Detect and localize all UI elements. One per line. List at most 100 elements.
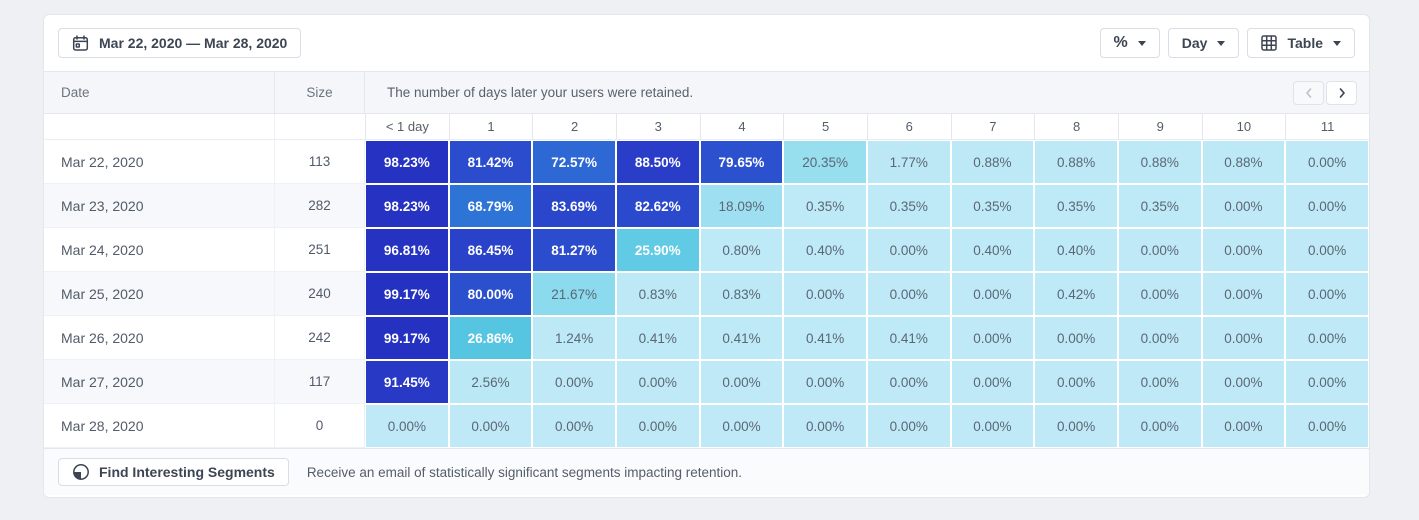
retention-cell[interactable]: 1.77% (867, 140, 951, 184)
retention-cell[interactable]: 96.81% (365, 228, 449, 272)
retention-cell[interactable]: 98.23% (365, 184, 449, 228)
retention-cell[interactable]: 0.00% (1202, 316, 1286, 360)
retention-cell[interactable]: 99.17% (365, 316, 449, 360)
retention-cell[interactable]: 81.27% (532, 228, 616, 272)
retention-cell[interactable]: 0.00% (1034, 404, 1118, 448)
view-dropdown[interactable]: Table (1247, 28, 1355, 58)
table-row: Mar 24, 202025196.81%86.45%81.27%25.90%0… (44, 228, 1369, 272)
retention-cell[interactable]: 0.88% (1034, 140, 1118, 184)
retention-cell[interactable]: 0.00% (616, 404, 700, 448)
retention-cell[interactable]: 20.35% (783, 140, 867, 184)
retention-cell[interactable]: 91.45% (365, 360, 449, 404)
retention-cell[interactable]: 0.00% (1285, 272, 1369, 316)
retention-cell[interactable]: 0.00% (867, 272, 951, 316)
retention-cell[interactable]: 82.62% (616, 184, 700, 228)
retention-cell[interactable]: 0.00% (1285, 360, 1369, 404)
retention-cell[interactable]: 21.67% (532, 272, 616, 316)
table-row: Mar 26, 202024299.17%26.86%1.24%0.41%0.4… (44, 316, 1369, 360)
retention-cell[interactable]: 0.80% (700, 228, 784, 272)
retention-cell[interactable]: 0.00% (449, 404, 533, 448)
retention-cell[interactable]: 88.50% (616, 140, 700, 184)
retention-cell[interactable]: 99.17% (365, 272, 449, 316)
retention-cell[interactable]: 0.35% (1118, 184, 1202, 228)
retention-cell[interactable]: 0.35% (951, 184, 1035, 228)
retention-cell[interactable]: 0.35% (783, 184, 867, 228)
retention-cell[interactable]: 0.00% (1034, 360, 1118, 404)
column-header: 4 (700, 114, 784, 140)
retention-cell[interactable]: 0.40% (783, 228, 867, 272)
retention-cell[interactable]: 25.90% (616, 228, 700, 272)
find-interesting-segments-button[interactable]: Find Interesting Segments (58, 458, 289, 486)
date-range-button[interactable]: Mar 22, 2020 — Mar 28, 2020 (58, 28, 301, 58)
retention-description-header: The number of days later your users were… (365, 71, 1369, 114)
retention-cell[interactable]: 0.00% (783, 404, 867, 448)
retention-cell[interactable]: 0.00% (951, 404, 1035, 448)
retention-cell[interactable]: 0.00% (1202, 228, 1286, 272)
retention-cell[interactable]: 0.00% (783, 272, 867, 316)
retention-cell[interactable]: 0.83% (700, 272, 784, 316)
metric-dropdown[interactable]: % (1100, 28, 1160, 58)
retention-cell[interactable]: 0.00% (951, 316, 1035, 360)
size-column-header: Size (275, 71, 365, 114)
retention-cell[interactable]: 0.40% (951, 228, 1035, 272)
retention-cell[interactable]: 0.88% (951, 140, 1035, 184)
retention-cell[interactable]: 98.23% (365, 140, 449, 184)
retention-cell[interactable]: 0.42% (1034, 272, 1118, 316)
retention-cell[interactable]: 26.86% (449, 316, 533, 360)
retention-cell[interactable]: 18.09% (700, 184, 784, 228)
retention-cell[interactable]: 79.65% (700, 140, 784, 184)
retention-cell[interactable]: 0.00% (951, 360, 1035, 404)
retention-cell[interactable]: 0.00% (1118, 360, 1202, 404)
retention-cell[interactable]: 0.00% (1285, 404, 1369, 448)
retention-cell[interactable]: 0.00% (1202, 360, 1286, 404)
retention-cell[interactable]: 0.41% (783, 316, 867, 360)
retention-cell[interactable]: 0.00% (532, 360, 616, 404)
retention-cell[interactable]: 0.00% (1118, 272, 1202, 316)
table-row: Mar 27, 202011791.45%2.56%0.00%0.00%0.00… (44, 360, 1369, 404)
retention-cell[interactable]: 0.00% (783, 360, 867, 404)
retention-cell[interactable]: 0.35% (1034, 184, 1118, 228)
retention-cell[interactable]: 1.24% (532, 316, 616, 360)
retention-cell[interactable]: 0.00% (1202, 404, 1286, 448)
retention-cell[interactable]: 0.35% (867, 184, 951, 228)
retention-cell[interactable]: 0.00% (365, 404, 449, 448)
retention-cell[interactable]: 0.41% (867, 316, 951, 360)
retention-cell[interactable]: 81.42% (449, 140, 533, 184)
retention-cell[interactable]: 83.69% (532, 184, 616, 228)
retention-cell[interactable]: 2.56% (449, 360, 533, 404)
retention-cell[interactable]: 0.88% (1202, 140, 1286, 184)
retention-cell[interactable]: 0.00% (1202, 272, 1286, 316)
next-columns-button[interactable] (1326, 81, 1357, 105)
retention-cell[interactable]: 0.00% (1285, 228, 1369, 272)
retention-cell[interactable]: 0.00% (1118, 228, 1202, 272)
retention-cell[interactable]: 0.00% (867, 360, 951, 404)
retention-cell[interactable]: 0.00% (532, 404, 616, 448)
view-label: Table (1287, 35, 1323, 51)
retention-cell[interactable]: 0.00% (1034, 316, 1118, 360)
retention-cell[interactable]: 0.00% (951, 272, 1035, 316)
retention-cell[interactable]: 68.79% (449, 184, 533, 228)
retention-cell[interactable]: 0.00% (700, 360, 784, 404)
prev-columns-button[interactable] (1293, 81, 1324, 105)
retention-cell[interactable]: 0.00% (1285, 316, 1369, 360)
retention-cell[interactable]: 0.00% (1118, 316, 1202, 360)
retention-cell[interactable]: 0.00% (1285, 140, 1369, 184)
granularity-dropdown[interactable]: Day (1168, 28, 1240, 58)
retention-cell[interactable]: 0.00% (700, 404, 784, 448)
retention-cell[interactable]: 0.40% (1034, 228, 1118, 272)
retention-cell[interactable]: 80.00% (449, 272, 533, 316)
retention-cell[interactable]: 86.45% (449, 228, 533, 272)
retention-cell[interactable]: 0.00% (867, 404, 951, 448)
retention-cell[interactable]: 0.41% (700, 316, 784, 360)
retention-cell[interactable]: 0.00% (1118, 404, 1202, 448)
retention-cell[interactable]: 0.00% (1285, 184, 1369, 228)
retention-cell[interactable]: 0.83% (616, 272, 700, 316)
retention-cell[interactable]: 0.00% (1202, 184, 1286, 228)
retention-cell[interactable]: 0.41% (616, 316, 700, 360)
subheader-date-spacer (44, 114, 275, 140)
retention-cell[interactable]: 0.88% (1118, 140, 1202, 184)
column-header: 6 (867, 114, 951, 140)
retention-cell[interactable]: 0.00% (867, 228, 951, 272)
retention-cell[interactable]: 0.00% (616, 360, 700, 404)
retention-cell[interactable]: 72.57% (532, 140, 616, 184)
